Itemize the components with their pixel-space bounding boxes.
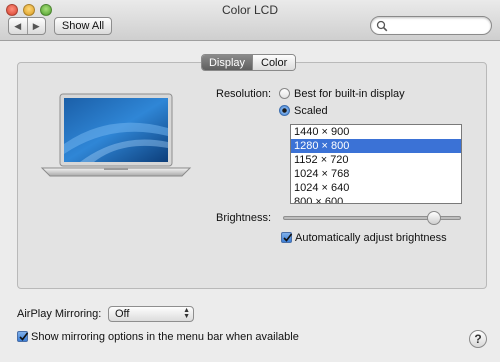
search-field[interactable]: [370, 16, 492, 35]
resolution-list[interactable]: 1440 × 900 1280 × 800 1152 × 720 1024 × …: [290, 124, 462, 204]
help-button[interactable]: ?: [469, 330, 487, 348]
back-forward-control: ◀ ▶: [8, 17, 46, 35]
tab-color[interactable]: Color: [252, 55, 296, 70]
resolution-label: Resolution:: [216, 88, 272, 100]
show-mirroring-options-checkbox[interactable]: [17, 331, 29, 342]
airplay-mirroring-select[interactable]: Off ▲ ▼: [108, 306, 194, 322]
list-item[interactable]: 1024 × 768: [291, 167, 461, 181]
checkmark-icon: [19, 332, 29, 341]
brightness-slider-knob[interactable]: [427, 211, 441, 225]
list-item[interactable]: 800 × 600: [291, 195, 461, 203]
best-for-display-radio[interactable]: [279, 88, 290, 99]
list-item[interactable]: 1024 × 640: [291, 181, 461, 195]
checkmark-icon: [283, 233, 293, 242]
tab-bar: Display Color: [201, 54, 297, 71]
scaled-label[interactable]: Scaled: [294, 105, 328, 117]
laptop-image: [40, 93, 192, 177]
back-arrow-icon[interactable]: ◀: [9, 18, 27, 34]
title-bar: Color LCD ◀ ▶ Show All: [0, 0, 500, 41]
auto-brightness-label[interactable]: Automatically adjust brightness: [295, 232, 447, 244]
airplay-mirroring-label: AirPlay Mirroring:: [17, 308, 102, 320]
window-title: Color LCD: [221, 3, 278, 17]
list-item[interactable]: 1152 × 720: [291, 153, 461, 167]
auto-brightness-checkbox[interactable]: [281, 232, 293, 243]
tab-display[interactable]: Display: [202, 55, 252, 70]
list-item-selected[interactable]: 1280 × 800: [291, 139, 461, 153]
forward-arrow-icon[interactable]: ▶: [26, 18, 46, 34]
show-all-button[interactable]: Show All: [54, 17, 112, 35]
list-item[interactable]: 1440 × 900: [291, 125, 461, 139]
updown-arrows-icon: ▲ ▼: [183, 307, 190, 320]
airplay-mirroring-value: Off: [115, 308, 130, 320]
search-icon: [376, 20, 388, 32]
brightness-label: Brightness:: [216, 212, 272, 224]
show-mirroring-options-label[interactable]: Show mirroring options in the menu bar w…: [31, 331, 299, 343]
best-for-display-label[interactable]: Best for built-in display: [294, 88, 405, 100]
scaled-radio[interactable]: [279, 105, 290, 116]
